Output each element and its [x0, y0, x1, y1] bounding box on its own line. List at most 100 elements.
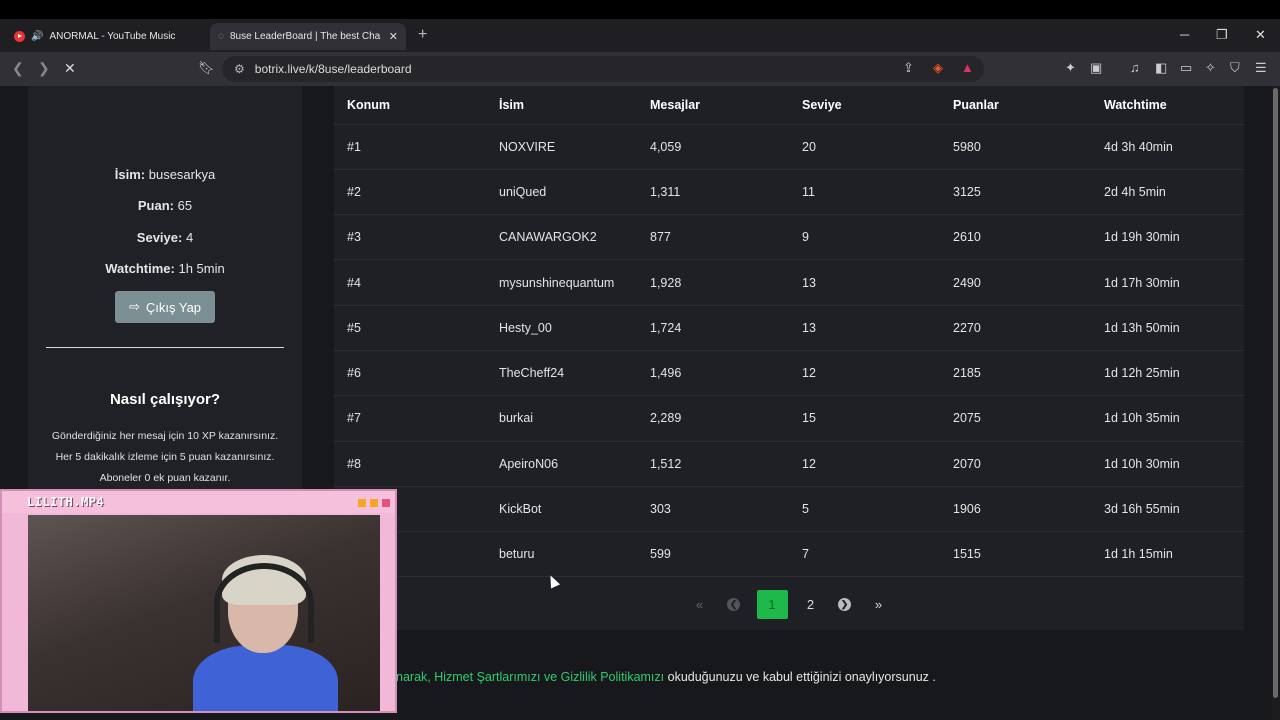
- restore-icon[interactable]: ❐: [1216, 27, 1228, 43]
- brave-shield-icon[interactable]: ◈: [933, 60, 943, 76]
- menu-icon[interactable]: ☰: [1255, 60, 1267, 76]
- page-current[interactable]: 1: [756, 589, 788, 619]
- tab-youtube-music[interactable]: 🔊 ANORMAL - YouTube Music: [6, 23, 206, 50]
- next-page-icon: ❯: [838, 597, 851, 611]
- messages-cell: 303: [637, 486, 789, 533]
- table-row: #2 uniQued 1,311 11 3125 2d 4h 5min: [334, 169, 1244, 216]
- level-cell: 7: [789, 531, 940, 578]
- name-cell: NOXVIRE: [486, 124, 637, 170]
- page-2[interactable]: 2: [800, 593, 822, 615]
- tab-title: 8use LeaderBoard | The best Cha: [229, 31, 381, 42]
- watchtime-cell: 1d 1h 15min: [1091, 531, 1244, 578]
- first-page-icon[interactable]: «: [689, 593, 711, 615]
- brave-rewards-icon[interactable]: ▲: [961, 60, 974, 75]
- points-cell: 2490: [940, 259, 1091, 306]
- how-line: Gönderdiğiniz her mesaj için 10 XP kazan…: [51, 430, 279, 442]
- how-it-works-title: Nasıl çalışıyor?: [109, 391, 221, 408]
- points-cell: 2185: [940, 350, 1091, 397]
- col-level[interactable]: Seviye: [789, 86, 940, 125]
- level-cell: 20: [789, 124, 940, 170]
- profile-sidebar: İsim: busesarkya Puan: 65 Seviye: 4 Watc…: [28, 86, 302, 496]
- divider: [46, 347, 284, 348]
- level-cell: 12: [789, 350, 940, 397]
- logout-label: Çıkış Yap: [145, 299, 202, 315]
- points-cell: 5980: [940, 124, 1091, 170]
- profile-level: Seviye: 4: [136, 230, 194, 245]
- bookmark-icon[interactable]: 🔖︎: [198, 60, 215, 76]
- table-row: #1 NOXVIRE 4,059 20 5980 4d 3h 40min: [334, 124, 1244, 170]
- how-line: Aboneler 0 ek puan kazanır.: [99, 472, 231, 484]
- share-icon[interactable]: ⇪: [903, 60, 914, 76]
- terms-notice: narak, Hizmet Şartlarımızı ve Gizlilik P…: [396, 670, 936, 684]
- vpn-icon[interactable]: ⛉: [1230, 60, 1240, 76]
- table-row: #6 TheCheff24 1,496 12 2185 1d 12h 25min: [334, 350, 1244, 397]
- leo-ai-icon[interactable]: ✧: [1205, 60, 1216, 76]
- back-icon[interactable]: ❮: [12, 60, 24, 77]
- webcam-minimize-icon: [358, 499, 366, 507]
- profile-points: Puan: 65: [137, 198, 193, 213]
- privacy-link[interactable]: Gizlilik Politikamızı: [561, 670, 665, 684]
- tab-leaderboard[interactable]: ◌ 8use LeaderBoard | The best Cha ✕: [210, 23, 406, 50]
- messages-cell: 4,059: [637, 124, 789, 170]
- table-row: #5 Hesty_00 1,724 13 2270 1d 13h 50min: [334, 305, 1244, 351]
- tab-search-icon[interactable]: ▣: [1090, 60, 1102, 76]
- name-cell: CANAWARGOK2: [486, 214, 637, 261]
- terms-prefix: narak,: [396, 670, 435, 684]
- url-text: botrix.live/k/8use/leaderboard: [254, 62, 412, 76]
- watchtime-cell: 3d 16h 55min: [1091, 486, 1244, 533]
- url-bar[interactable]: ⚙︎ botrix.live/k/8use/leaderboard: [222, 56, 984, 82]
- table-row: #7 burkai 2,289 15 2075 1d 10h 35min: [334, 395, 1244, 442]
- terms-link[interactable]: Hizmet Şartlarımızı: [434, 670, 540, 684]
- logout-button[interactable]: ⇨ Çıkış Yap: [115, 291, 215, 323]
- youtube-music-icon: [14, 31, 25, 42]
- name-cell: beturu: [486, 531, 637, 578]
- next-page-button[interactable]: ❯: [834, 593, 856, 615]
- watchtime-cell: 1d 19h 30min: [1091, 214, 1244, 261]
- rank-cell: #2: [334, 169, 486, 216]
- webcam-overlay: LILITH.MP4: [0, 489, 397, 713]
- tab-title: ANORMAL - YouTube Music: [49, 31, 176, 42]
- name-cell: burkai: [486, 395, 637, 442]
- logout-icon: ⇨: [128, 299, 140, 314]
- close-window-icon[interactable]: ✕: [1255, 27, 1266, 43]
- streamer-body: [193, 645, 338, 711]
- col-points[interactable]: Puanlar: [940, 86, 1091, 125]
- messages-cell: 1,928: [637, 259, 789, 306]
- forward-icon[interactable]: ❯: [38, 60, 50, 77]
- new-tab-button[interactable]: +: [418, 26, 427, 44]
- level-cell: 15: [789, 395, 940, 442]
- last-page-icon[interactable]: »: [868, 593, 890, 615]
- name-cell: uniQued: [486, 169, 637, 216]
- tab-strip: 🔊 ANORMAL - YouTube Music ◌ 8use LeaderB…: [0, 19, 1280, 52]
- rank-cell: #6: [334, 350, 486, 397]
- profile-name: İsim: busesarkya: [114, 167, 216, 182]
- name-cell: ApeiroN06: [486, 441, 637, 487]
- col-rank[interactable]: Konum: [334, 86, 486, 125]
- level-cell: 9: [789, 214, 940, 261]
- leaderboard-table: Konum İsim Mesajlar Seviye Puanlar Watch…: [334, 86, 1244, 578]
- extensions-icon[interactable]: ✦: [1065, 60, 1076, 76]
- col-watchtime[interactable]: Watchtime: [1091, 86, 1244, 125]
- minimize-icon[interactable]: ─: [1180, 27, 1189, 42]
- col-name[interactable]: İsim: [486, 86, 637, 125]
- sidebar-icon[interactable]: ◧: [1155, 60, 1167, 76]
- points-cell: 1515: [940, 531, 1091, 578]
- watchtime-cell: 4d 3h 40min: [1091, 124, 1244, 170]
- rank-cell: #3: [334, 214, 486, 261]
- loading-icon: ◌: [218, 31, 224, 42]
- media-icon[interactable]: ♫: [1130, 60, 1140, 75]
- watchtime-cell: 1d 10h 35min: [1091, 395, 1244, 442]
- wallet-icon[interactable]: ▭: [1180, 60, 1192, 76]
- table-row: #4 mysunshinequantum 1,928 13 2490 1d 17h 30m…: [334, 259, 1244, 306]
- level-cell: 13: [789, 259, 940, 306]
- table-header-row: Konum İsim Mesajlar Seviye Puanlar Watch…: [334, 86, 1244, 125]
- close-tab-icon[interactable]: ✕: [389, 30, 398, 43]
- site-info-icon[interactable]: ⚙︎: [234, 62, 245, 76]
- col-messages[interactable]: Mesajlar: [637, 86, 789, 125]
- messages-cell: 1,311: [637, 169, 789, 216]
- stop-loading-icon[interactable]: ✕: [64, 60, 76, 77]
- scrollbar-thumb[interactable]: [1273, 88, 1278, 698]
- watchtime-cell: 1d 10h 30min: [1091, 441, 1244, 487]
- webcam-maximize-icon: [370, 499, 378, 507]
- prev-page-button[interactable]: ❮: [723, 593, 745, 615]
